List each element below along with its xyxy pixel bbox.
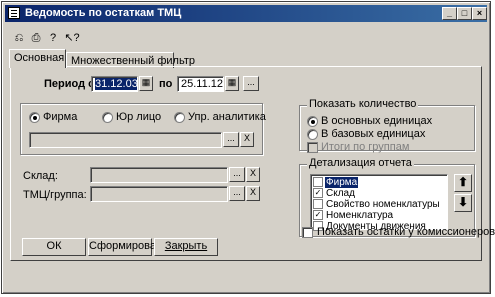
close-button[interactable]: × [472,7,487,20]
commission-label: Показать остатки у комиссионеров [317,226,495,238]
company-clear-button[interactable]: X [240,132,254,147]
period-more-button[interactable]: ... [243,76,259,91]
period-to-field[interactable]: 25.11.12 [177,76,224,92]
warehouse-choose-button[interactable]: ... [229,167,245,182]
move-up-icon[interactable]: ⬆ [454,174,472,192]
company-field[interactable] [29,132,222,148]
list-item[interactable]: ✓ Склад [313,188,445,199]
tab-main[interactable]: Основная [9,49,66,68]
list-item[interactable]: Фирма [313,177,445,188]
calendar-to-icon[interactable]: ▦ [225,76,239,91]
company-choose-button[interactable]: ... [223,132,239,147]
checkbox-nomenclature[interactable]: ✓ [313,210,323,220]
radio-legal-entity[interactable] [102,112,113,123]
period-from-label: Период с [44,78,95,90]
warehouse-field[interactable] [90,167,228,183]
save-settings-icon[interactable]: ⎙ [29,32,43,45]
radio-firm-label: Фирма [43,111,78,123]
goods-field[interactable] [90,186,228,202]
group-totals-checkbox[interactable] [307,142,318,153]
tab-main-label: Основная [14,52,65,64]
radio-firm[interactable] [29,112,40,123]
commission-checkbox[interactable] [302,227,313,238]
warehouse-clear-button[interactable]: X [246,167,260,182]
list-item[interactable]: Свойство номенклатуры [313,199,445,210]
app-icon [8,7,20,19]
radio-mgmt-analytics-label: Упр. аналитика [188,111,266,123]
checkbox-warehouse[interactable]: ✓ [313,188,323,198]
radio-mgmt-analytics[interactable] [174,112,185,123]
checkbox-property[interactable] [313,199,323,209]
move-down-icon[interactable]: ⬇ [454,194,472,212]
quantity-group-title: Показать количество [307,98,419,110]
checkbox-firm[interactable] [313,177,323,187]
build-button[interactable]: Сформировать [88,238,167,256]
maximize-button[interactable]: □ [457,7,472,20]
radio-main-units-label: В основных единицах [321,115,433,127]
detail-list[interactable]: Фирма ✓ Склад Свойство номенклатуры ✓ Но… [310,174,448,232]
report-window: Ведомость по остаткам ТМЦ _ □ × ⎌ ⎙ ? ↖?… [1,1,495,294]
goods-label: ТМЦ/группа: [23,189,87,201]
group-totals-label: Итоги по группам [321,141,410,153]
period-to-label: по [159,78,173,90]
calendar-from-icon[interactable]: ▦ [139,76,153,91]
radio-base-units-label: В базовых единицах [321,128,426,140]
minimize-button[interactable]: _ [442,7,457,20]
title-bar[interactable]: Ведомость по остаткам ТМЦ _ □ × [5,5,487,22]
report-settings-icon[interactable]: ⎌ [12,32,26,45]
context-help-icon[interactable]: ↖? [63,32,81,45]
radio-main-units[interactable] [307,116,318,127]
close-window-button[interactable]: Закрыть [154,238,218,256]
list-item[interactable]: ✓ Номенклатура [313,210,445,221]
ok-button[interactable]: ОК [22,238,86,256]
goods-clear-button[interactable]: X [246,186,260,201]
period-from-field[interactable]: 31.12.03 [91,76,138,92]
help-icon[interactable]: ? [46,32,60,45]
radio-legal-entity-label: Юр лицо [116,111,162,123]
goods-choose-button[interactable]: ... [229,186,245,201]
detail-group-title: Детализация отчета [307,157,414,169]
warehouse-label: Склад: [23,170,58,182]
radio-base-units[interactable] [307,129,318,140]
window-title: Ведомость по остаткам ТМЦ [25,7,182,19]
